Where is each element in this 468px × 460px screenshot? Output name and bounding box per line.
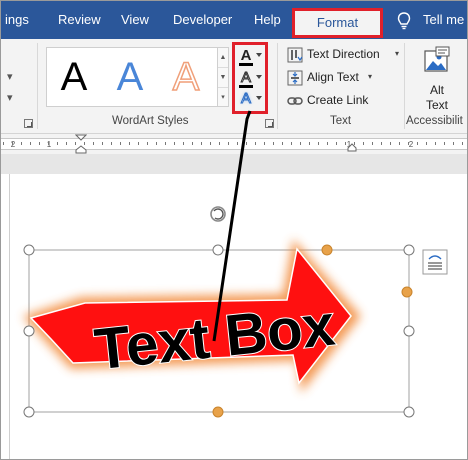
rotation-handle[interactable]	[210, 206, 226, 222]
canvas-overlay: Text Box	[23, 110, 448, 418]
resize-handle[interactable]	[403, 244, 415, 256]
layout-options-button[interactable]	[422, 249, 448, 275]
resize-handle[interactable]	[23, 406, 35, 418]
adjust-handle[interactable]	[401, 286, 413, 298]
resize-handle[interactable]	[23, 325, 35, 337]
resize-handle[interactable]	[403, 406, 415, 418]
adjust-handle[interactable]	[321, 244, 333, 256]
adjust-handle[interactable]	[212, 406, 224, 418]
resize-handle[interactable]	[212, 244, 224, 256]
resize-handle[interactable]	[403, 325, 415, 337]
word-window: ings Review View Developer Help Format T…	[0, 0, 468, 460]
resize-handle[interactable]	[23, 244, 35, 256]
